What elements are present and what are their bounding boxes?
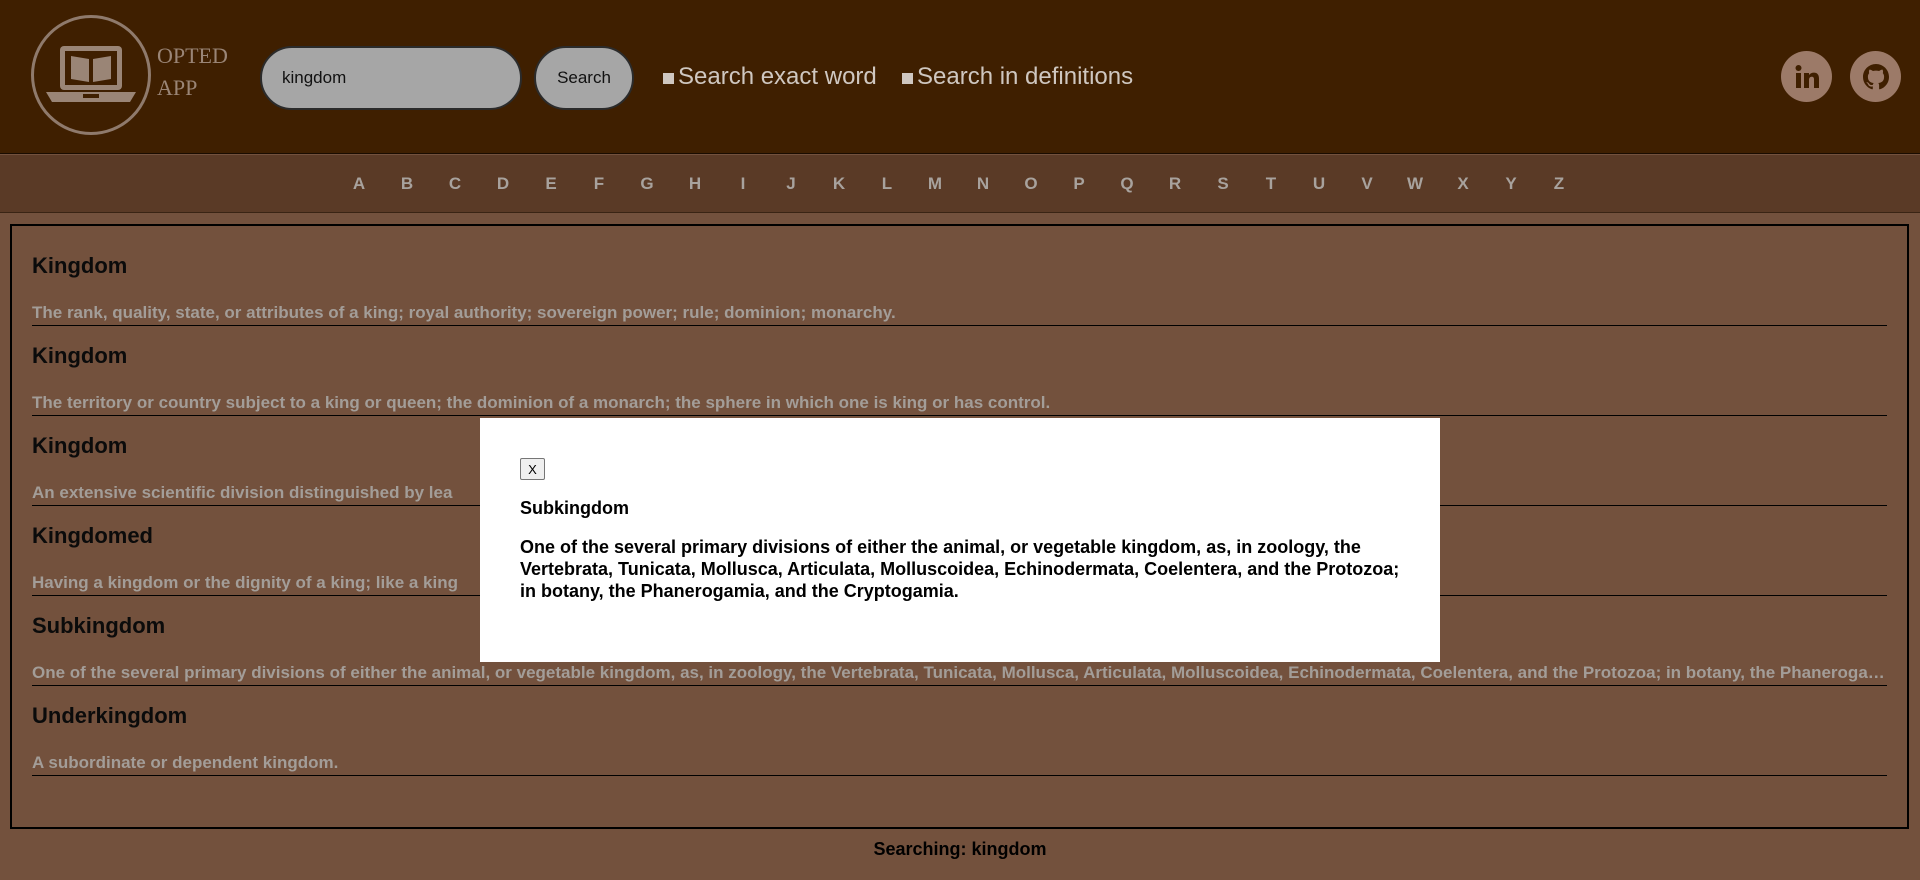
laptop-book-icon [46,46,136,102]
linkedin-icon [1795,64,1819,88]
linkedin-link[interactable] [1781,51,1832,102]
letter-link-m[interactable]: M [920,174,950,194]
letter-link-d[interactable]: D [488,174,518,194]
modal-close-button[interactable]: X [520,458,545,480]
alphabet-nav: ABCDEFGHIJKLMNOPQRSTUVWXYZ [0,155,1920,213]
letter-link-t[interactable]: T [1256,174,1286,194]
result-word: Kingdom [32,343,128,368]
letter-link-i[interactable]: I [728,174,758,194]
letter-link-f[interactable]: F [584,174,614,194]
letter-link-a[interactable]: A [344,174,374,194]
result-definition[interactable]: The territory or country subject to a ki… [32,393,1887,413]
modal-definition: One of the several primary divisions of … [520,537,1400,601]
result-word: Kingdomed [32,523,153,548]
result-entry: Kingdom The rank, quality, state, or attr… [32,253,1887,326]
app-name-line1: OPTED [157,43,228,68]
search-input[interactable] [260,46,522,110]
letter-link-l[interactable]: L [872,174,902,194]
letter-link-h[interactable]: H [680,174,710,194]
letter-link-o[interactable]: O [1016,174,1046,194]
checkbox-square-icon [663,72,674,84]
result-entry: Underkingdom A subordinate or dependent k… [32,703,1887,776]
app-name: OPTED APP [157,40,228,104]
github-icon [1862,63,1889,89]
letter-link-r[interactable]: R [1160,174,1190,194]
letter-link-q[interactable]: Q [1112,174,1142,194]
letter-link-g[interactable]: G [632,174,662,194]
letter-link-e[interactable]: E [536,174,566,194]
app-logo[interactable] [31,15,151,135]
letter-link-c[interactable]: C [440,174,470,194]
letter-link-z[interactable]: Z [1544,174,1574,194]
letter-link-v[interactable]: V [1352,174,1382,194]
result-word: Underkingdom [32,703,188,728]
result-word: Kingdom [32,253,128,278]
search-status: Searching: kingdom [873,839,1047,859]
letter-link-k[interactable]: K [824,174,854,194]
github-link[interactable] [1850,51,1901,102]
letter-link-w[interactable]: W [1400,174,1430,194]
letter-link-p[interactable]: P [1064,174,1094,194]
letter-link-b[interactable]: B [392,174,422,194]
search-button[interactable]: Search [534,46,634,110]
letter-link-u[interactable]: U [1304,174,1334,194]
result-definition[interactable]: The rank, quality, state, or attributes … [32,303,1887,323]
app-header: OPTED APP Search Search exact word Searc… [0,0,1920,154]
letter-link-s[interactable]: S [1208,174,1238,194]
search-exact-word-checkbox[interactable]: Search exact word [663,63,877,91]
result-entry: Kingdom The territory or country subject … [32,343,1887,416]
letter-link-y[interactable]: Y [1496,174,1526,194]
search-in-definitions-checkbox[interactable]: Search in definitions [902,63,1133,91]
app-name-line2: APP [157,75,198,100]
letter-link-x[interactable]: X [1448,174,1478,194]
result-word: Subkingdom [32,613,166,638]
search-in-definitions-label: Search in definitions [917,63,1134,90]
letter-link-j[interactable]: J [776,174,806,194]
definition-modal: X Subkingdom One of the several primary … [480,418,1440,662]
result-word: Kingdom [32,433,128,458]
checkbox-square-icon [902,72,913,84]
modal-word: Subkingdom [520,498,629,518]
result-definition[interactable]: One of the several primary divisions of … [32,663,1887,683]
letter-link-n[interactable]: N [968,174,998,194]
result-definition[interactable]: A subordinate or dependent kingdom. [32,753,1887,773]
search-exact-word-label: Search exact word [678,63,877,90]
